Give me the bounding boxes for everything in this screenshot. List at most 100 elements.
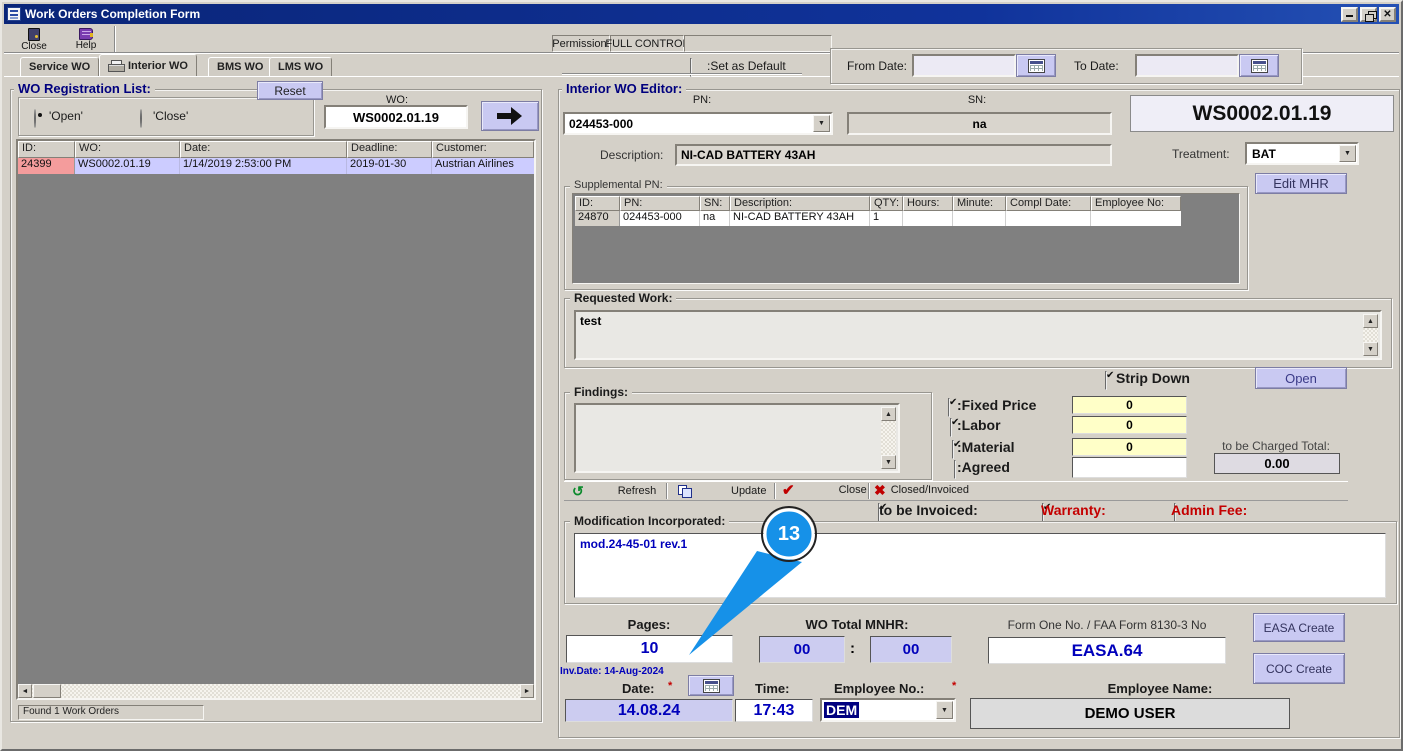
supp-row-employee-no[interactable]	[1091, 211, 1181, 226]
set-default-label: :Set as Default	[707, 59, 786, 73]
scroll-right-button[interactable]: ►	[520, 684, 534, 698]
supp-col-id[interactable]: ID:	[575, 196, 620, 211]
restore-button[interactable]	[1360, 6, 1377, 22]
requested-work-title: Requested Work:	[570, 291, 677, 305]
supp-col-description[interactable]: Description:	[730, 196, 870, 211]
col-header-date[interactable]: Date:	[180, 141, 347, 158]
labor-input[interactable]: 0	[1072, 416, 1187, 434]
mnhr-minutes-input[interactable]: 00	[870, 636, 952, 663]
from-date-input[interactable]	[912, 54, 1016, 77]
action-separator	[666, 483, 668, 499]
help-button[interactable]: Help	[62, 26, 110, 53]
material-checkbox[interactable]	[952, 440, 954, 459]
scrollbar-thumb[interactable]	[33, 684, 61, 698]
open-button[interactable]: Open	[1255, 367, 1347, 389]
fixed-price-checkbox[interactable]	[948, 398, 950, 417]
supp-row-sn[interactable]: na	[700, 211, 730, 226]
time-input[interactable]: 17:43	[735, 699, 813, 722]
close-button[interactable]: Close	[10, 26, 58, 53]
form-one-input[interactable]: EASA.64	[988, 637, 1226, 664]
wo-search-input[interactable]: WS0002.01.19	[324, 105, 468, 129]
permission-label: Permission:	[552, 35, 610, 52]
scroll-down-button[interactable]: ▼	[1363, 342, 1378, 356]
date-calendar-button[interactable]	[688, 675, 734, 696]
permission-extra-field	[684, 35, 832, 52]
tab-interior-wo[interactable]: Interior WO	[99, 54, 197, 76]
chevron-down-icon[interactable]	[1339, 145, 1356, 162]
open-radio[interactable]	[34, 109, 36, 128]
supp-row-qty[interactable]: 1	[870, 211, 903, 226]
mnhr-hours-input[interactable]: 00	[759, 636, 845, 663]
date-input[interactable]: 14.08.24	[565, 699, 733, 722]
supp-col-minute[interactable]: Minute:	[953, 196, 1006, 211]
refresh-button[interactable]: ↺ Refresh	[572, 483, 656, 499]
closed-invoiced-button[interactable]: ✖ Closed/Invoiced	[874, 481, 969, 499]
pages-input[interactable]: 10	[566, 635, 733, 663]
col-header-id[interactable]: ID:	[18, 141, 75, 158]
table-row-cell-wo[interactable]: WS0002.01.19	[75, 158, 180, 174]
material-input[interactable]: 0	[1072, 438, 1187, 456]
coc-create-button[interactable]: COC Create	[1253, 653, 1345, 684]
from-date-calendar-button[interactable]	[1016, 54, 1056, 77]
fixed-price-input[interactable]: 0	[1072, 396, 1187, 414]
findings-textarea[interactable]: ▲ ▼	[574, 403, 900, 473]
supp-row-id[interactable]: 24870	[575, 211, 620, 226]
chevron-down-icon[interactable]	[813, 115, 830, 132]
table-row-cell-deadline[interactable]: 2019-01-30	[347, 158, 432, 174]
supp-col-pn[interactable]: PN:	[620, 196, 700, 211]
col-header-customer[interactable]: Customer:	[432, 141, 534, 158]
table-row-cell-id[interactable]: 24399	[18, 158, 75, 174]
scroll-up-button[interactable]: ▲	[1363, 314, 1378, 328]
to-date-input[interactable]	[1135, 54, 1239, 77]
modification-textarea[interactable]: mod.24-45-01 rev.1	[574, 533, 1386, 598]
easa-create-button[interactable]: EASA Create	[1253, 613, 1345, 642]
to-date-calendar-button[interactable]	[1239, 54, 1279, 77]
supp-col-compl-date[interactable]: Compl Date:	[1006, 196, 1091, 211]
modification-value: mod.24-45-01 rev.1	[580, 537, 688, 551]
tab-service-wo[interactable]: Service WO	[20, 57, 100, 76]
reset-button[interactable]: Reset	[257, 81, 323, 100]
supp-row-description[interactable]: NI-CAD BATTERY 43AH	[730, 211, 870, 226]
supp-col-qty[interactable]: QTY:	[870, 196, 903, 211]
close-radio[interactable]	[140, 109, 142, 128]
table-row-cell-date[interactable]: 1/14/2019 2:53:00 PM	[180, 158, 347, 174]
treatment-combobox[interactable]: BAT	[1245, 142, 1359, 165]
scroll-down-button[interactable]: ▼	[881, 455, 896, 469]
table-row-cell-customer[interactable]: Austrian Airlines	[432, 158, 534, 174]
vertical-scrollbar[interactable]: ▲ ▼	[881, 407, 896, 469]
col-header-wo[interactable]: WO:	[75, 141, 180, 158]
wo-go-button[interactable]	[481, 101, 539, 131]
horizontal-scrollbar[interactable]: ◄ ►	[18, 684, 534, 698]
strip-down-checkbox[interactable]	[1105, 371, 1107, 390]
employee-no-combobox[interactable]: DEM	[820, 698, 956, 722]
vertical-scrollbar[interactable]: ▲ ▼	[1363, 314, 1378, 356]
close-wo-button[interactable]: ✔ Close	[782, 481, 867, 499]
agreed-checkbox[interactable]	[954, 460, 956, 479]
pn-combobox[interactable]: 024453-000	[563, 112, 833, 135]
close-window-button[interactable]: ✕	[1379, 6, 1396, 22]
tab-label: LMS WO	[278, 61, 324, 73]
supp-row-pn[interactable]: 024453-000	[620, 211, 700, 226]
requested-work-textarea[interactable]: test ▲ ▼	[574, 310, 1382, 360]
tab-lms-wo[interactable]: LMS WO	[269, 57, 333, 76]
agreed-input[interactable]	[1072, 457, 1187, 478]
mnhr-separator: :	[850, 640, 855, 657]
update-label: Update	[731, 485, 767, 497]
supp-col-employee-no[interactable]: Employee No:	[1091, 196, 1181, 211]
supp-col-sn[interactable]: SN:	[700, 196, 730, 211]
supp-row-hours[interactable]	[903, 211, 953, 226]
supp-col-hours[interactable]: Hours:	[903, 196, 953, 211]
update-button[interactable]: Update	[678, 483, 766, 499]
edit-mhr-button[interactable]: Edit MHR	[1255, 173, 1347, 194]
sn-field[interactable]: na	[847, 112, 1112, 135]
scroll-left-button[interactable]: ◄	[18, 684, 32, 698]
chevron-down-icon[interactable]	[936, 701, 953, 719]
labor-checkbox[interactable]	[950, 418, 952, 437]
minimize-button[interactable]	[1341, 6, 1358, 22]
description-field[interactable]: NI-CAD BATTERY 43AH	[675, 144, 1112, 166]
scroll-up-button[interactable]: ▲	[881, 407, 896, 421]
supp-row-compl-date[interactable]	[1006, 211, 1091, 226]
tab-bms-wo[interactable]: BMS WO	[208, 57, 273, 76]
col-header-deadline[interactable]: Deadline:	[347, 141, 432, 158]
supp-row-minute[interactable]	[953, 211, 1006, 226]
